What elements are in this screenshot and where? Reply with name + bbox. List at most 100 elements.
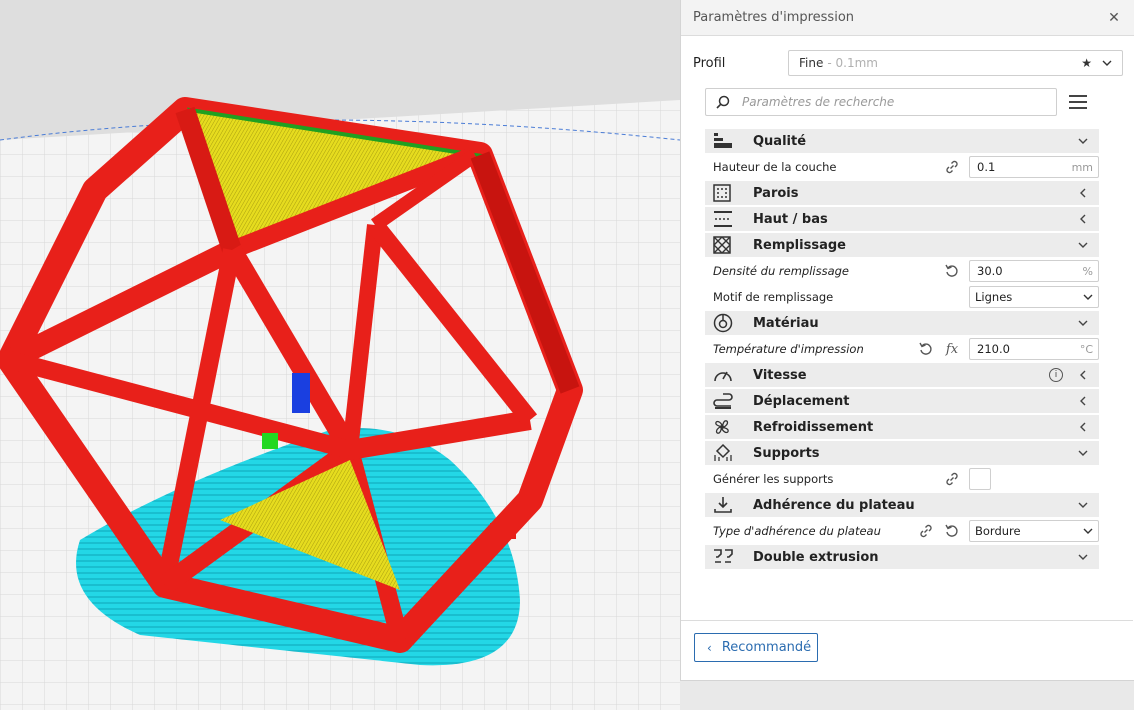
setting-generate-supports: Générer les supports — [705, 467, 1099, 491]
dual-extrusion-icon — [713, 547, 739, 567]
chevron-down-icon — [1078, 502, 1088, 508]
layer-height-field[interactable]: mm — [969, 156, 1099, 178]
axis-x-handle[interactable] — [490, 523, 516, 539]
search-row — [705, 87, 1101, 117]
quality-icon — [713, 131, 739, 151]
category-label: Supports — [753, 445, 820, 461]
profile-layer-height: - 0.1mm — [827, 56, 878, 70]
category-vitesse[interactable]: Vitesse i — [705, 363, 1099, 387]
search-box[interactable] — [705, 88, 1057, 116]
chevron-left-icon — [1080, 188, 1086, 198]
walls-icon — [713, 183, 739, 203]
search-icon — [716, 95, 730, 109]
setting-layer-height: Hauteur de la couche mm — [705, 155, 1099, 179]
link-icon[interactable] — [943, 158, 961, 176]
profile-row: Profil Fine - 0.1mm ★ — [693, 49, 1123, 77]
chevron-down-icon — [1078, 450, 1088, 456]
infill-icon — [713, 235, 739, 255]
infill-pattern-select[interactable]: Lignes — [969, 286, 1099, 308]
chevron-down-icon — [1083, 528, 1093, 534]
travel-icon — [713, 391, 739, 411]
setting-label: Hauteur de la couche — [713, 160, 837, 174]
category-label: Matériau — [753, 315, 819, 331]
category-label: Déplacement — [753, 393, 850, 409]
unit-label: % — [1082, 264, 1093, 278]
setting-label: Type d'adhérence du plateau — [713, 524, 881, 538]
selected-value: Lignes — [975, 290, 1013, 304]
settings-list: Qualité Hauteur de la couche mm Parois — [705, 129, 1099, 571]
recommended-button[interactable]: ‹ Recommandé — [694, 633, 818, 662]
category-label: Double extrusion — [753, 549, 879, 565]
profile-dropdown[interactable]: Fine - 0.1mm ★ — [788, 50, 1123, 76]
setting-label: Motif de remplissage — [713, 290, 834, 304]
category-supports[interactable]: Supports — [705, 441, 1099, 465]
star-icon[interactable]: ★ — [1081, 56, 1092, 70]
category-label: Haut / bas — [753, 211, 828, 227]
chevron-left-icon — [1080, 396, 1086, 406]
axis-z-handle[interactable] — [292, 373, 310, 413]
panel-title: Paramètres d'impression — [693, 10, 855, 25]
infill-density-input[interactable] — [975, 263, 1069, 279]
supports-icon — [713, 443, 739, 463]
speed-gauge-icon — [713, 365, 739, 385]
function-icon[interactable]: fx — [943, 340, 961, 358]
link-icon[interactable] — [943, 470, 961, 488]
reset-icon[interactable] — [943, 262, 961, 280]
chevron-left-icon — [1080, 422, 1086, 432]
layer-height-input[interactable] — [975, 159, 1069, 175]
category-haut-bas[interactable]: Haut / bas — [705, 207, 1099, 231]
category-label: Remplissage — [753, 237, 846, 253]
category-materiau[interactable]: Matériau — [705, 311, 1099, 335]
generate-supports-checkbox[interactable] — [969, 468, 991, 490]
reset-icon[interactable] — [917, 340, 935, 358]
info-icon[interactable]: i — [1049, 368, 1063, 382]
close-icon[interactable]: ✕ — [1106, 10, 1122, 26]
category-adherence[interactable]: Adhérence du plateau — [705, 493, 1099, 517]
setting-label: Température d'impression — [713, 342, 864, 356]
chevron-down-icon — [1078, 320, 1088, 326]
category-label: Vitesse — [753, 367, 807, 383]
chevron-down-icon — [1078, 554, 1088, 560]
category-label: Qualité — [753, 133, 807, 149]
print-settings-panel: Paramètres d'impression ✕ Profil Fine - … — [680, 0, 1134, 681]
selected-value: Bordure — [975, 524, 1021, 538]
category-label: Parois — [753, 185, 799, 201]
chevron-left-icon: ‹ — [707, 640, 712, 655]
chevron-left-icon — [1080, 214, 1086, 224]
category-double-extrusion[interactable]: Double extrusion — [705, 545, 1099, 569]
setting-infill-pattern: Motif de remplissage Lignes — [705, 285, 1099, 309]
category-deplacement[interactable]: Déplacement — [705, 389, 1099, 413]
chevron-down-icon — [1078, 138, 1088, 144]
recommended-label: Recommandé — [721, 640, 812, 655]
reset-icon[interactable] — [943, 522, 961, 540]
category-refroidissement[interactable]: Refroidissement — [705, 415, 1099, 439]
print-temperature-input[interactable] — [975, 341, 1069, 357]
infill-density-field[interactable]: % — [969, 260, 1099, 282]
setting-label: Densité du remplissage — [713, 264, 849, 278]
chevron-down-icon — [1078, 242, 1088, 248]
footer-divider — [681, 620, 1133, 621]
link-icon[interactable] — [917, 522, 935, 540]
category-remplissage[interactable]: Remplissage — [705, 233, 1099, 257]
adhesion-type-select[interactable]: Bordure — [969, 520, 1099, 542]
chevron-left-icon — [1080, 370, 1086, 380]
search-input[interactable] — [740, 94, 1034, 110]
adhesion-icon — [713, 495, 739, 515]
panel-header: Paramètres d'impression ✕ — [681, 0, 1134, 36]
category-qualite[interactable]: Qualité — [705, 129, 1099, 153]
profile-name: Fine — [799, 56, 824, 70]
settings-visibility-menu-icon[interactable] — [1069, 90, 1093, 114]
category-label: Adhérence du plateau — [753, 497, 915, 513]
print-temperature-field[interactable]: °C — [969, 338, 1099, 360]
setting-print-temperature: Température d'impression fx °C — [705, 337, 1099, 361]
unit-label: mm — [1071, 160, 1093, 174]
top-bottom-icon — [713, 209, 739, 229]
category-parois[interactable]: Parois — [705, 181, 1099, 205]
unit-label: °C — [1079, 342, 1093, 356]
category-label: Refroidissement — [753, 419, 874, 435]
setting-label: Générer les supports — [713, 472, 834, 486]
setting-infill-density: Densité du remplissage % — [705, 259, 1099, 283]
setting-adhesion-type: Type d'adhérence du plateau Bordure — [705, 519, 1099, 543]
profile-label: Profil — [693, 55, 726, 71]
axis-y-handle[interactable] — [262, 433, 278, 449]
